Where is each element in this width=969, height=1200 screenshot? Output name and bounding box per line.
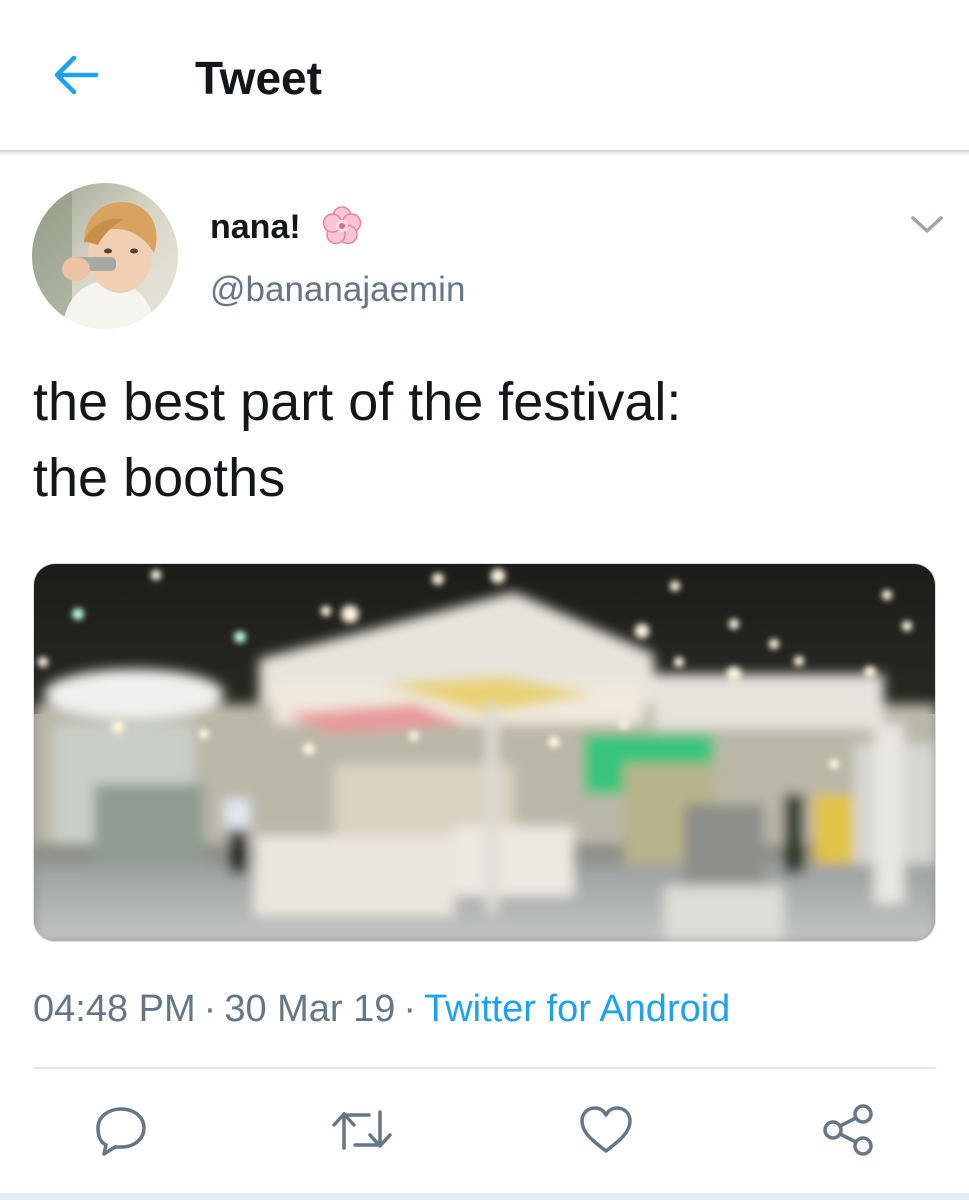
like-button[interactable] bbox=[573, 1098, 639, 1162]
display-name[interactable]: nana! bbox=[210, 206, 301, 248]
arrow-left-icon bbox=[54, 55, 99, 95]
heart-icon bbox=[580, 1106, 632, 1153]
reply-button[interactable] bbox=[88, 1098, 154, 1162]
chevron-down-icon bbox=[911, 216, 943, 233]
festival-booths-photo bbox=[34, 564, 935, 941]
tweet-time: 04:48 PM bbox=[33, 988, 196, 1030]
tweet-date: 30 Mar 19 bbox=[224, 988, 396, 1030]
user-handle[interactable]: @bananajaemin bbox=[210, 268, 465, 312]
tweet-text: the best part of the festival: the booth… bbox=[33, 372, 682, 508]
share-button[interactable] bbox=[815, 1098, 881, 1162]
cherry-blossom-icon bbox=[320, 204, 364, 248]
retweet-icon bbox=[332, 1110, 392, 1150]
profile-photo bbox=[32, 183, 178, 329]
retweet-button[interactable] bbox=[329, 1098, 395, 1162]
page-title: Tweet bbox=[195, 52, 322, 104]
share-icon bbox=[823, 1104, 873, 1156]
back-button[interactable] bbox=[48, 50, 104, 100]
header-divider bbox=[0, 150, 969, 156]
separator: · bbox=[203, 988, 217, 1030]
bottom-divider bbox=[0, 1193, 969, 1200]
tweet-source-link[interactable]: Twitter for Android bbox=[424, 988, 730, 1030]
top-app-bar: Tweet bbox=[0, 0, 969, 152]
action-bar-divider bbox=[33, 1067, 936, 1069]
avatar[interactable] bbox=[32, 183, 178, 329]
tweet-metadata: 04:48 PM · 30 Mar 19 · Twitter for Android bbox=[33, 986, 730, 1032]
tweet-photo[interactable] bbox=[33, 563, 936, 942]
separator: · bbox=[403, 988, 417, 1030]
more-options-button[interactable] bbox=[904, 208, 950, 242]
reply-icon bbox=[96, 1107, 146, 1156]
